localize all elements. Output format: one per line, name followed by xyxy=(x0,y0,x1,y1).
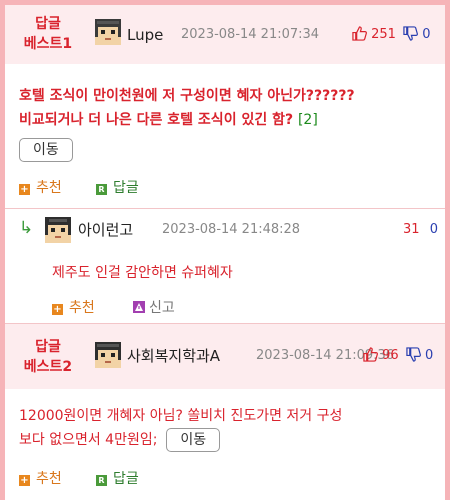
like-count: 31 xyxy=(403,222,420,237)
report-icon xyxy=(133,301,145,313)
comment-text-line1: 호텔 조식이 만이천원에 저 구성이면 혜자 아닌가?????? xyxy=(19,88,355,104)
plus-icon: + xyxy=(19,184,30,195)
divider xyxy=(5,208,445,209)
reply-r-icon: R xyxy=(96,475,107,486)
comment-body: 호텔 조식이 만이천원에 저 구성이면 혜자 아닌가?????? 비교되거나 더… xyxy=(19,84,447,132)
reply-button[interactable]: R 답글 xyxy=(96,179,139,197)
nickname[interactable]: 아이런고 xyxy=(78,220,133,240)
vote-counts: 96 0 xyxy=(363,346,433,366)
best-label-2: 답글 베스트2 xyxy=(5,337,91,377)
recommend-button[interactable]: + 추천 xyxy=(19,179,62,197)
dislike-count: 0 xyxy=(422,27,431,42)
recommend-label: 추천 xyxy=(69,300,95,316)
thumbs-down-icon[interactable] xyxy=(406,347,421,362)
report-label: 신고 xyxy=(149,300,175,316)
recommend-button[interactable]: + 추천 xyxy=(52,299,95,317)
best-label-line2: 베스트1 xyxy=(23,36,73,52)
move-button[interactable]: 이동 xyxy=(19,138,73,162)
dislike-count: 0 xyxy=(429,222,438,237)
vote-counts: 251 0 xyxy=(352,25,431,45)
plus-icon: + xyxy=(19,475,30,486)
recommend-button[interactable]: + 추천 xyxy=(19,470,62,488)
comment-body: 12000원이면 개혜자 아님? 쏠비치 진도가면 저거 구성 보다 없으면서 … xyxy=(19,404,447,452)
best-label-1: 답글 베스트1 xyxy=(5,14,91,54)
avatar-icon[interactable] xyxy=(45,217,71,243)
reply-button[interactable]: R 답글 xyxy=(96,470,139,488)
nickname[interactable]: Lupe xyxy=(127,25,163,45)
comment-header-best2: 답글 베스트2 사회복지학과A 2023-08-14 21:09:36 96 0 xyxy=(5,323,445,389)
avatar-icon[interactable] xyxy=(95,19,121,45)
avatar-icon[interactable] xyxy=(95,342,121,368)
comment-text-line2-wrap: 보다 없으면서 4만원임; 이동 xyxy=(19,428,447,452)
reply-label: 답글 xyxy=(113,180,139,196)
comment-best-frame: 답글 베스트1 Lupe 2023-08-14 21:07:34 251 0 호… xyxy=(0,0,450,500)
comment-date: 2023-08-14 21:48:28 xyxy=(162,222,301,237)
nickname[interactable]: 사회복지학과A xyxy=(127,346,220,366)
reply-r-icon: R xyxy=(96,184,107,195)
recommend-label: 추천 xyxy=(36,180,62,196)
comment-date: 2023-08-14 21:07:34 xyxy=(181,27,320,42)
comment-text-line2: 비교되거나 더 나은 다른 호텔 조식이 있긴 함? xyxy=(19,112,294,128)
like-count: 251 xyxy=(371,27,396,42)
like-count: 96 xyxy=(382,348,399,363)
comment-text-line2: 보다 없으면서 4만원임; xyxy=(19,432,158,448)
reply-arrow-icon: ↳ xyxy=(19,218,34,238)
reply-count[interactable]: [2] xyxy=(298,112,318,128)
comment-text-line1: 12000원이면 개혜자 아님? 쏠비치 진도가면 저거 구성 xyxy=(19,408,343,424)
plus-icon: + xyxy=(52,304,63,315)
comment-header-best1: 답글 베스트1 Lupe 2023-08-14 21:07:34 251 0 xyxy=(5,5,445,64)
reply-label: 답글 xyxy=(113,471,139,487)
best-label-line2: 베스트2 xyxy=(23,359,73,375)
thumbs-down-icon[interactable] xyxy=(403,26,419,41)
thumbs-up-icon[interactable] xyxy=(352,26,367,41)
move-button[interactable]: 이동 xyxy=(166,428,221,452)
dislike-count: 0 xyxy=(424,348,434,363)
best-label-line1: 답글 xyxy=(35,339,61,355)
thumbs-up-icon[interactable] xyxy=(363,347,378,362)
comment-text-line2-wrap: 비교되거나 더 나은 다른 호텔 조식이 있긴 함? [2] xyxy=(19,108,447,132)
recommend-label: 추천 xyxy=(36,471,62,487)
best-label-line1: 답글 xyxy=(35,16,61,32)
move-button-wrap: 이동 xyxy=(19,138,73,162)
report-button[interactable]: 신고 xyxy=(133,299,175,317)
vote-counts: 31 0 xyxy=(403,220,438,240)
comment-body: 제주도 인걸 감안하면 슈퍼혜자 xyxy=(52,265,233,281)
